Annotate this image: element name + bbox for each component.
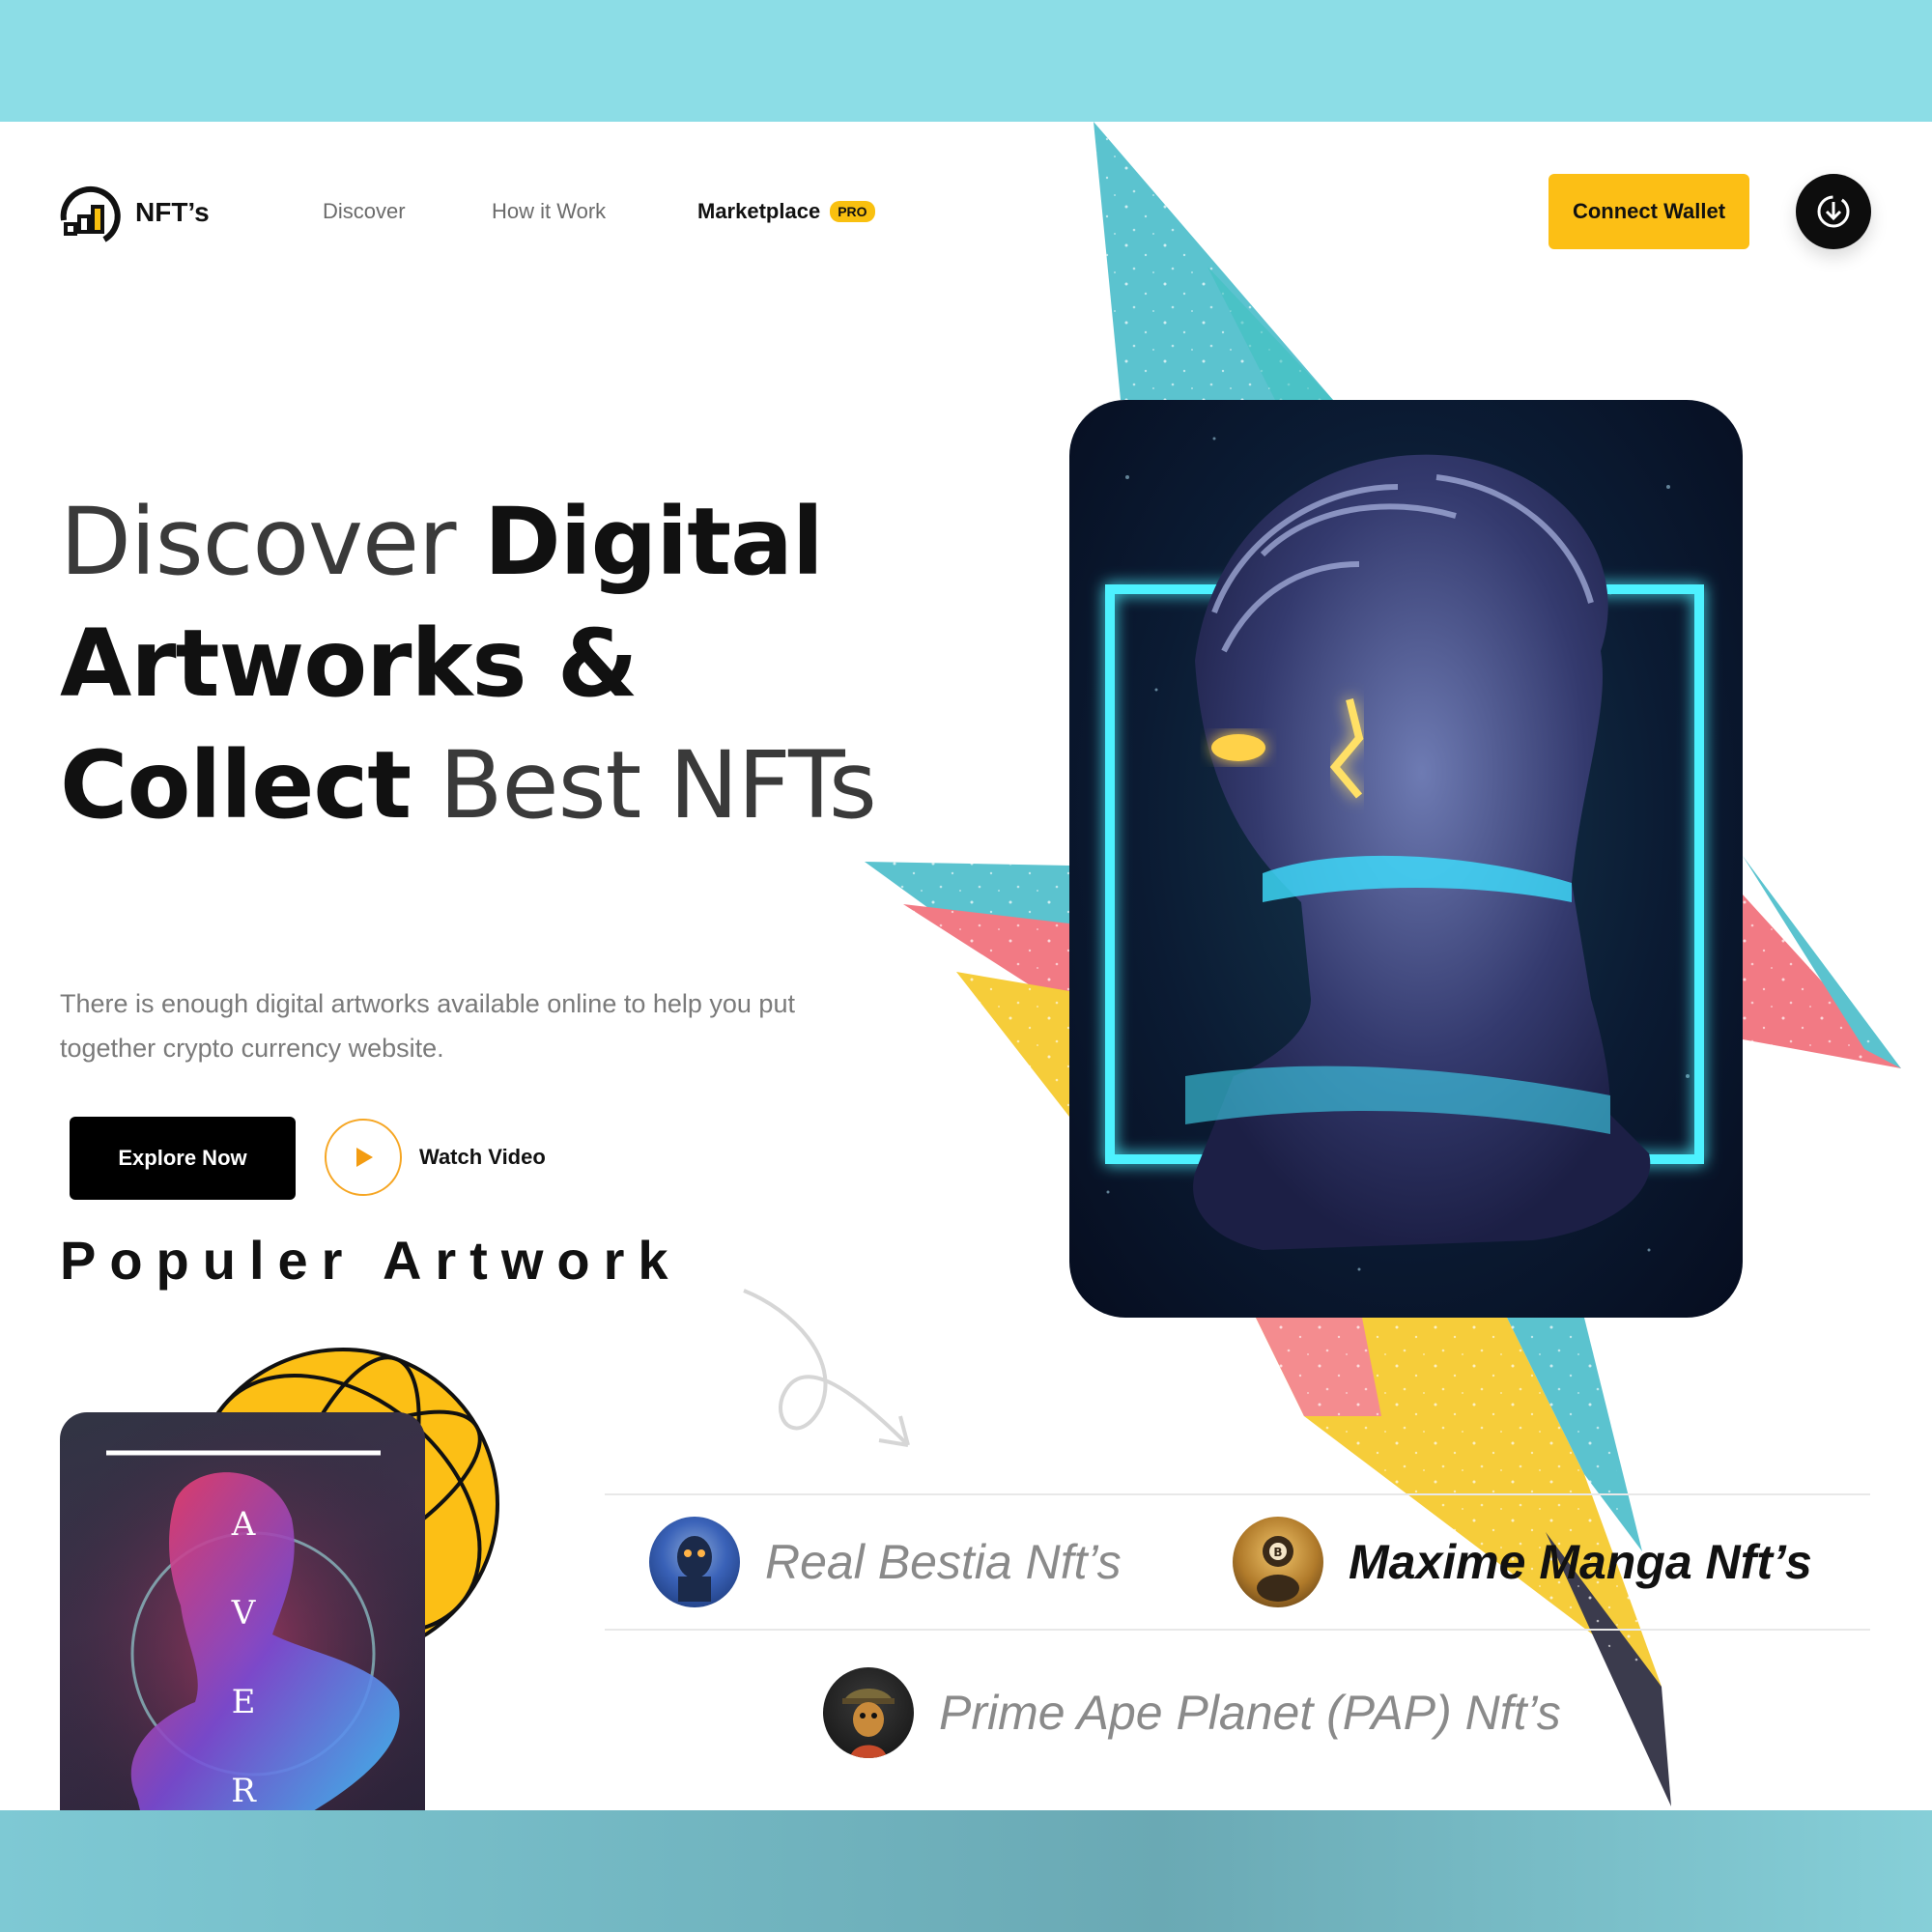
page: NFT’s Discover How it Work Marketplace P… (0, 122, 1932, 1810)
play-icon (356, 1148, 373, 1167)
chart-logo-icon (60, 185, 121, 242)
hero-title-word-1: Discover (60, 488, 456, 596)
artwork-letters: A V E R (214, 1480, 272, 1810)
hero-title-word-4: Collect (60, 731, 412, 839)
watch-video-button[interactable]: Watch Video (325, 1119, 546, 1196)
collection-name: Maxime Manga Nft’s (1349, 1535, 1812, 1589)
hero-title-word-2: Digital (483, 488, 824, 596)
connect-wallet-button[interactable]: Connect Wallet (1548, 174, 1749, 249)
popular-artwork-card[interactable]: A V E R (60, 1412, 425, 1810)
manga-avatar-icon: B (1257, 1536, 1299, 1602)
svg-text:B: B (1273, 1546, 1282, 1559)
explore-now-button[interactable]: Explore Now (70, 1117, 296, 1200)
pro-badge: PRO (830, 201, 875, 222)
ape-avatar-icon (842, 1689, 895, 1758)
popular-artwork-heading: Populer Artwork (60, 1230, 682, 1291)
collection-item[interactable]: Real Bestia Nft’s (649, 1517, 1122, 1607)
nav-discover[interactable]: Discover (323, 199, 406, 224)
artwork-letter: A (231, 1505, 256, 1544)
avatar (823, 1667, 914, 1758)
robot-avatar-icon (677, 1536, 712, 1602)
artwork-letter: V (231, 1594, 256, 1633)
artwork-letter: E (231, 1683, 256, 1721)
nav-how-it-work[interactable]: How it Work (492, 199, 606, 224)
download-button[interactable] (1796, 174, 1871, 249)
divider-top (605, 1493, 1870, 1495)
collection-item[interactable]: Prime Ape Planet (PAP) Nft’s (823, 1667, 1561, 1758)
brand-name: NFT’s (135, 197, 210, 227)
download-icon (1817, 195, 1850, 228)
hero-title-word-3: Artworks & (60, 610, 639, 718)
nav-marketplace[interactable]: Marketplace PRO (697, 199, 875, 224)
hero-title-word-5: Best NFTs (439, 731, 877, 839)
artwork-letter: R (231, 1772, 256, 1810)
curly-arrow-icon (743, 1289, 910, 1447)
avatar: B (1233, 1517, 1323, 1607)
collection-name: Prime Ape Planet (PAP) Nft’s (939, 1686, 1561, 1740)
collection-item[interactable]: B Maxime Manga Nft’s (1233, 1517, 1812, 1607)
collection-name: Real Bestia Nft’s (765, 1535, 1122, 1589)
hero-description: There is enough digital artworks availab… (60, 989, 795, 1063)
bottom-band (0, 1810, 1932, 1932)
brand-logo[interactable]: NFT’s (58, 180, 210, 245)
hero-title: Discover Digital Artworks & Collect Best… (60, 481, 877, 846)
watch-video-label: Watch Video (419, 1145, 546, 1169)
hero-artwork-card[interactable] (1069, 400, 1743, 1318)
hero-artwork-image (1105, 437, 1704, 1271)
divider-middle (605, 1629, 1870, 1631)
avatar (649, 1517, 740, 1607)
nav-marketplace-label: Marketplace (697, 199, 821, 223)
play-button[interactable] (325, 1119, 402, 1196)
